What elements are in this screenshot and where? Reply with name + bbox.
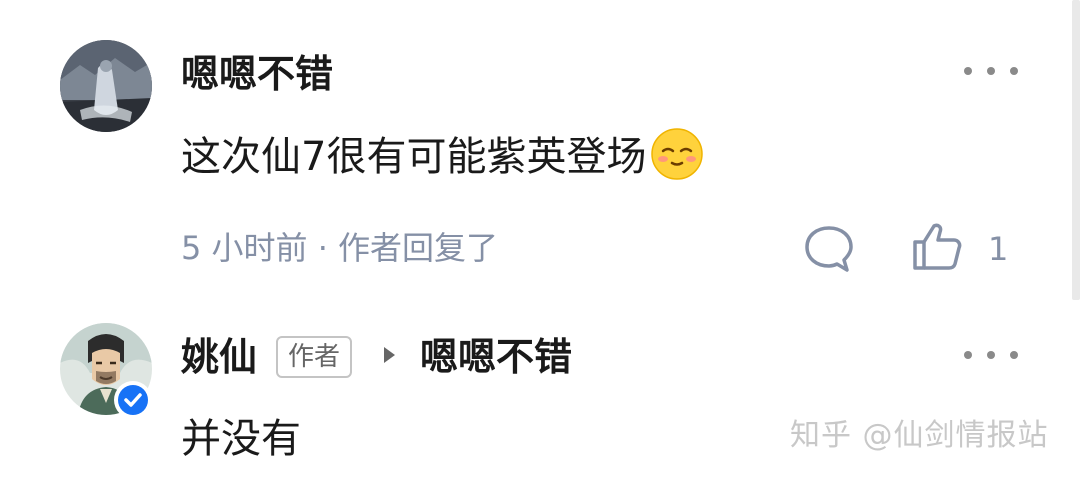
like-icon[interactable] [910, 220, 964, 272]
blush-smile-emoji-icon [650, 127, 704, 181]
author-tag: 作者 [276, 336, 353, 378]
scrollbar[interactable] [1072, 0, 1080, 300]
watermark: 知乎 @仙剑情报站 [790, 418, 1049, 453]
reply-arrow-icon [384, 347, 395, 363]
reply-text: 并没有 [181, 416, 301, 462]
reply-to-user-name[interactable]: 嗯嗯不错 [420, 338, 572, 376]
more-icon[interactable] [964, 64, 1018, 78]
user-avatar-icon[interactable] [60, 40, 152, 132]
reply-icon[interactable] [803, 224, 855, 274]
comment-text: 这次仙7很有可能紫英登场 [181, 128, 704, 186]
verified-badge-icon [114, 381, 152, 419]
reply-user-name[interactable]: 姚仙 [181, 338, 257, 376]
comment-meta: 5 小时前 · 作者回复了 [181, 229, 499, 267]
more-icon[interactable] [964, 348, 1018, 362]
like-count: 1 [988, 230, 1009, 268]
comment-user-name[interactable]: 嗯嗯不错 [181, 55, 333, 93]
